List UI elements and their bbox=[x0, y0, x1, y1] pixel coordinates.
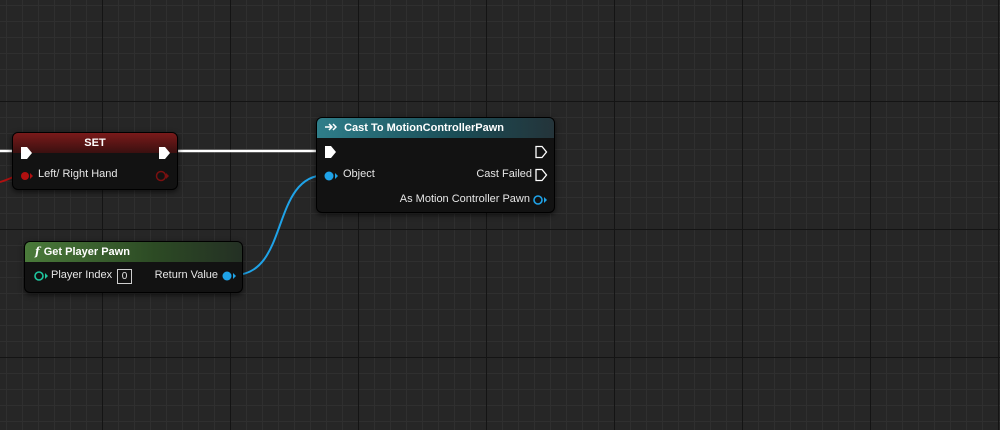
cast-node-title: Cast To MotionControllerPawn bbox=[344, 122, 504, 134]
wire-layer bbox=[0, 149, 327, 276]
set-exec-in-pin[interactable] bbox=[19, 146, 33, 160]
return-value-out-pin[interactable] bbox=[221, 270, 237, 282]
object-wire-return-to-cast bbox=[233, 174, 327, 276]
cast-exec-in-pin[interactable] bbox=[323, 145, 337, 159]
get-player-pawn-title: Get Player Pawn bbox=[43, 246, 130, 258]
get-player-pawn-node[interactable]: f Get Player Pawn Player Index 0 Return V… bbox=[24, 241, 243, 293]
get-player-pawn-header: f Get Player Pawn bbox=[25, 242, 242, 262]
return-value-label: Return Value bbox=[154, 269, 218, 281]
set-node[interactable]: SET Left/ Right Hand bbox=[12, 132, 178, 190]
cast-arrow-icon bbox=[325, 122, 340, 134]
player-index-label: Player Index bbox=[51, 269, 113, 281]
cast-object-out-pin[interactable] bbox=[532, 194, 548, 206]
function-icon: f bbox=[35, 245, 40, 258]
set-node-title: SET bbox=[13, 133, 177, 153]
cast-failed-exec-pin[interactable] bbox=[534, 168, 548, 182]
cast-node-header: Cast To MotionControllerPawn bbox=[317, 118, 554, 138]
cast-object-label: Object bbox=[343, 168, 375, 180]
set-exec-out-pin[interactable] bbox=[157, 146, 171, 160]
player-index-in-pin[interactable] bbox=[33, 270, 49, 282]
cast-output-label: As Motion Controller Pawn bbox=[399, 193, 530, 205]
player-index-input[interactable]: 0 bbox=[117, 269, 132, 284]
set-input-label: Left/ Right Hand bbox=[38, 168, 118, 180]
set-enum-in-pin[interactable] bbox=[19, 170, 33, 182]
cast-node[interactable]: Cast To MotionControllerPawn Object Cast… bbox=[316, 117, 555, 213]
cast-object-in-pin[interactable] bbox=[323, 170, 339, 182]
cast-failed-label: Cast Failed bbox=[476, 168, 532, 180]
set-enum-out-pin[interactable] bbox=[154, 169, 170, 183]
cast-exec-out-pin[interactable] bbox=[534, 145, 548, 159]
